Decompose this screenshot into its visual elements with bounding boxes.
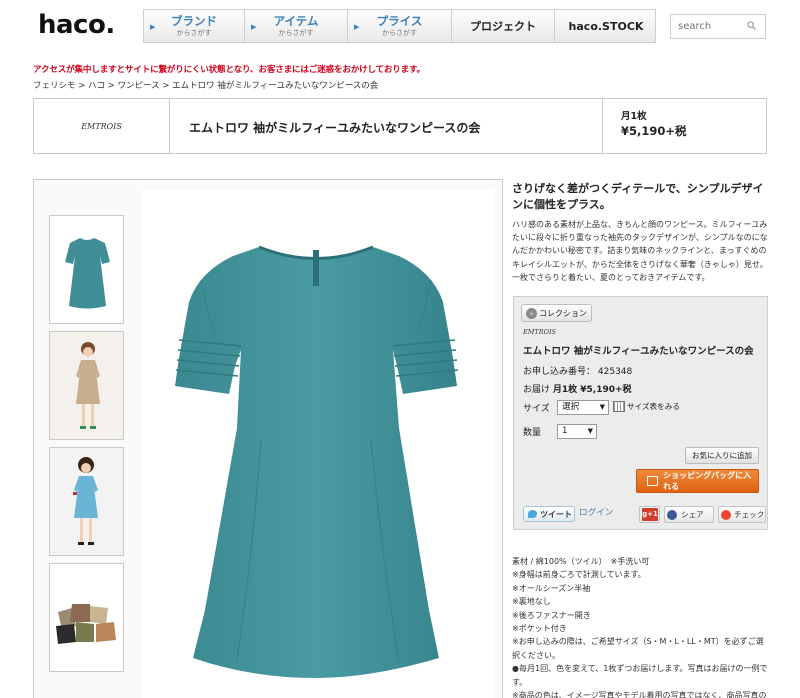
add-to-bag-label: ショッピングバッグに入れる: [663, 471, 752, 491]
model-thumbnail-image: [50, 448, 123, 555]
spec-line: ※商品の色は、イメージ写真やモデル着用の写真ではなく、商品写真の: [512, 691, 767, 698]
chevron-left-icon: ‹: [526, 307, 537, 319]
share-button[interactable]: シェア: [664, 506, 714, 523]
chevron-right-icon: ▶: [354, 23, 360, 31]
chevron-down-icon: ▼: [599, 403, 605, 411]
delivery-frequency: 月1枚: [621, 111, 647, 122]
check-button[interactable]: チェック: [718, 506, 766, 523]
collection-label: コレクション: [539, 308, 587, 318]
size-select[interactable]: 選択 ▼: [557, 400, 609, 415]
nav-item-sub: からさがす: [278, 28, 314, 37]
size-guide-label: サイズ表をみる: [627, 402, 680, 411]
search-box: [670, 14, 766, 39]
cart-product-name: エムトロワ 袖がミルフィーユみたいなワンピースの会: [523, 346, 754, 357]
dress-thumbnail-image: [65, 238, 110, 309]
product-price: ¥5,190+税: [621, 124, 687, 138]
size-select-value: 選択: [562, 402, 580, 412]
collection-button[interactable]: ‹ コレクション: [521, 304, 592, 322]
delivery-value: 月1枚 ¥5,190+税: [552, 385, 632, 395]
delivery-row: お届け 月1枚 ¥5,190+税: [523, 382, 632, 395]
dress-image: [175, 245, 459, 678]
thumbnail-list: [49, 215, 125, 679]
image-gallery: [33, 179, 503, 698]
thumbnail-model-blue[interactable]: [49, 447, 124, 556]
quantity-select[interactable]: 1 ▼: [557, 424, 597, 439]
breadcrumb: フェリシモ > ハコ > ワンピース > エムトロワ 袖がミルフィーユみたいなワ…: [33, 81, 379, 91]
spec-line: ※裏地なし: [512, 597, 551, 607]
chevron-down-icon: ▼: [587, 427, 593, 435]
nav-stock-label: haco.STOCK: [568, 19, 644, 33]
check-icon: [721, 509, 731, 520]
order-number-row: お申し込み番号： 425348: [523, 364, 632, 377]
logo[interactable]: haco.: [38, 10, 115, 40]
cart-brand-logo: EMTROIS: [523, 328, 556, 336]
google-plus-icon: g+1: [642, 508, 658, 521]
size-guide-link[interactable]: サイズ表をみる: [613, 401, 680, 412]
spec-line: ※お申し込みの際は、ご希望サイズ（S・M・L・LL・MT）を必ずご選択ください。: [512, 637, 764, 660]
spec-line: 素材 / 綿100%（ツイル） ※手洗い可: [512, 557, 650, 566]
product-description: ハリ感のある素材が上品な、きちんと顔のワンピース。ミルフィーユみたいに段々に折り…: [512, 220, 768, 282]
spec-line: ※ポケット付き: [512, 624, 567, 634]
thumbnail-color-variations[interactable]: [49, 563, 124, 672]
chevron-right-icon: ▶: [150, 23, 156, 31]
quantity-select-value: 1: [562, 426, 568, 436]
thumbnail-dress-front[interactable]: [49, 215, 124, 324]
nav-brand-sub: からさがす: [176, 28, 212, 37]
nav-price-label: プライス: [376, 13, 423, 28]
ruler-icon: [613, 401, 625, 412]
order-number-label: お申し込み番号：: [523, 367, 596, 377]
search-icon[interactable]: [747, 21, 756, 30]
spec-line: ※後ろファスナー開き: [512, 610, 591, 620]
product-title-bar: EMTROIS エムトロワ 袖がミルフィーユみたいなワンピースの会 月1枚 ¥5…: [33, 98, 767, 154]
global-nav: ▶ ブランド からさがす ▶ アイテム からさがす ▶ プライス からさがす プ…: [143, 9, 656, 43]
price-box: 月1枚 ¥5,190+税: [602, 99, 766, 153]
spec-line: ※身幅は前身ごろで計測しています。: [512, 570, 646, 580]
twitter-icon: [528, 510, 537, 518]
color-variations-image: [56, 604, 116, 644]
spec-line: ●毎月1回、色を変えて、1枚ずつお届けします。写真はお届けの一例です。: [512, 664, 768, 687]
check-label: チェック: [734, 510, 765, 519]
thumbnail-model-beige[interactable]: [49, 331, 124, 440]
purchase-box: ‹ コレクション EMTROIS エムトロワ 袖がミルフィーユみたいなワンピース…: [513, 296, 768, 530]
product-specs: 素材 / 綿100%（ツイル） ※手洗い可 ※身幅は前身ごろで計測しています。 …: [512, 555, 780, 698]
nav-project-label: プロジェクト: [470, 19, 536, 33]
main-product-image[interactable]: [141, 190, 493, 698]
share-icon: [667, 509, 677, 520]
model-thumbnail-image: [50, 332, 123, 439]
share-label: シェア: [681, 510, 704, 519]
product-name: エムトロワ 袖がミルフィーユみたいなワンピースの会: [189, 121, 481, 135]
access-notice: アクセスが集中しますとサイトに繋がりにくい状態となり、お客さまにはご迷惑をおかけ…: [33, 65, 425, 75]
nav-item[interactable]: ▶ アイテム からさがす: [245, 10, 348, 42]
add-to-favorites-button[interactable]: お気に入りに追加: [685, 447, 759, 464]
google-plus-button[interactable]: g+1: [639, 506, 660, 523]
spec-line: ※オールシーズン半袖: [512, 583, 591, 593]
brand-logo[interactable]: EMTROIS: [34, 99, 170, 153]
delivery-label: お届け: [523, 385, 551, 395]
nav-item-label: アイテム: [273, 13, 319, 28]
search-input[interactable]: [678, 21, 742, 32]
chevron-right-icon: ▶: [251, 23, 257, 31]
tweet-button[interactable]: ツイート: [523, 506, 575, 522]
nav-brand-label: ブランド: [171, 13, 217, 28]
size-label: サイズ: [523, 404, 550, 414]
add-to-bag-button[interactable]: ショッピングバッグに入れる: [636, 469, 759, 493]
quantity-label: 数量: [523, 428, 542, 438]
tweet-label: ツイート: [540, 509, 572, 519]
nav-brand[interactable]: ▶ ブランド からさがす: [144, 10, 245, 42]
shopping-bag-icon: [647, 476, 659, 486]
nav-stock[interactable]: haco.STOCK: [555, 10, 657, 42]
nav-project[interactable]: プロジェクト: [452, 10, 555, 42]
order-number: 425348: [597, 367, 633, 377]
catch-copy: さりげなく差がつくディテールで、シンプルデザインに個性をプラス。: [512, 182, 764, 211]
nav-price-sub: からさがす: [382, 28, 417, 37]
login-link[interactable]: ログイン: [579, 506, 613, 518]
nav-price[interactable]: ▶ プライス からさがす: [348, 10, 452, 42]
